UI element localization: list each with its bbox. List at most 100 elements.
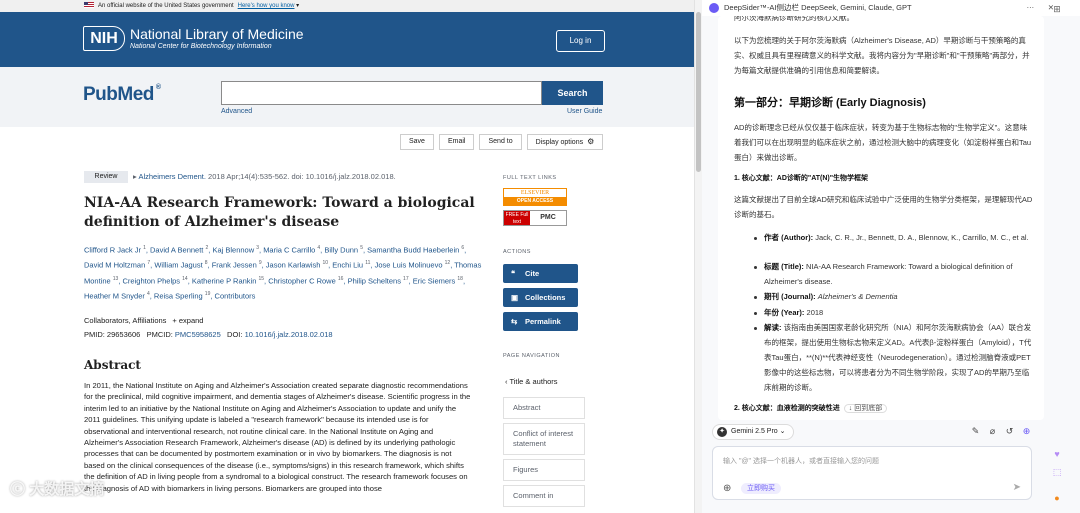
author-link[interactable]: Creighton Phelps [123,276,181,285]
article-title: NIA-AA Research Framework: Toward a biol… [84,195,475,230]
pubmed-logo[interactable]: PubMed ® [83,84,161,106]
item-title-label: 标题 (Title): [764,262,804,271]
author-link[interactable]: David M Holtzman [84,261,145,270]
share-icon: ⇆ [511,317,518,326]
gov-banner-link[interactable]: Here's how you know [238,3,295,9]
permalink-button[interactable]: ⇆ Permalink [503,312,578,331]
affiliation-number[interactable]: 13 [113,276,119,282]
author-link[interactable]: Jose Luis Molinuevo [375,261,443,270]
doi-link[interactable]: 10.1016/j.jalz.2018.02.018 [245,330,333,339]
user-guide-link[interactable]: User Guide [567,108,602,115]
bullet-icon [754,237,757,240]
author-link[interactable]: Billy Dunn [324,246,358,255]
affiliation-number[interactable]: 4 [317,245,320,251]
scrollbar-thumb[interactable] [696,12,701,172]
more-icon[interactable]: ⋯ [1027,0,1035,16]
nih-logo[interactable]: NIH [83,26,125,51]
advanced-search-link[interactable]: Advanced [221,108,252,115]
login-button[interactable]: Log in [556,30,605,52]
author-link[interactable]: William Jagust [154,261,202,270]
affiliation-number[interactable]: 18 [457,276,463,282]
full-text-links-heading: FULL TEXT LINKS [503,175,557,181]
send-icon[interactable]: ➤ [1013,482,1021,493]
elsevier-link[interactable]: ELSEVIER OPEN ACCESS [503,188,567,206]
author-link[interactable]: Christopher C Rowe [268,276,336,285]
model-select[interactable]: ✦ Gemini 2.5 Pro ⌄ [712,424,794,440]
translate-icon[interactable]: ⬚ [1051,466,1063,478]
affiliation-number[interactable]: 12 [445,260,451,266]
nlm-subtitle: National Center for Biotechnology Inform… [130,43,272,50]
new-chat-icon[interactable]: ⊕ [1020,425,1033,438]
chat-input-box[interactable]: 输入 "@" 选择一个机器人，或者直接输入您的问题 ⊕ 立即购买 ➤ [712,446,1032,500]
affiliation-number[interactable]: 15 [258,276,264,282]
chat-input-placeholder[interactable]: 输入 "@" 选择一个机器人，或者直接输入您的问题 [723,456,879,466]
send-to-button[interactable]: Send to [479,134,522,150]
author-link[interactable]: Maria C Carrillo [263,246,315,255]
author-link[interactable]: Frank Jessen [212,261,257,270]
expand-button[interactable]: + expand [172,316,203,325]
globe-icon[interactable]: ⊕ [723,483,731,494]
screen: An official website of the United States… [0,0,1080,513]
affiliation-number[interactable]: 9 [259,260,262,266]
author-link[interactable]: Samantha Budd Haeberlein [367,246,459,255]
item-author-text: Jack, C. R., Jr., Bennett, D. A., Blenno… [813,233,1029,242]
author-link[interactable]: Katherine P Rankin [192,276,257,285]
display-options-button[interactable]: Display options ⚙ [526,134,604,150]
email-button[interactable]: Email [438,134,475,150]
open-access-label: OPEN ACCESS [504,197,566,205]
affiliation-number[interactable]: 1 [143,245,146,251]
cite-button[interactable]: ❝ Cite [503,264,578,283]
item-interpretation-text: 该指南由美国国家老龄化研究所（NIA）和阿尔茨海默病协会（AA）联合发布的框架，… [764,323,1032,392]
pmc-free-full-text-link[interactable]: FREE Full text PMC [503,210,567,226]
collections-button[interactable]: ▣ Collections [503,288,578,307]
collaborators-affiliations[interactable]: Collaborators, Affiliations [84,316,166,325]
search-input[interactable] [221,81,542,105]
journal-link[interactable]: Alzheimers Dement. [138,172,206,181]
user-avatar-icon[interactable]: ● [1051,492,1063,504]
nav-conflict-of-interest[interactable]: Conflict of interest statement [503,423,585,455]
affiliation-number[interactable]: 11 [365,260,370,266]
author-link[interactable]: Reisa Sperling [154,291,203,300]
affiliation-number[interactable]: 14 [182,276,188,282]
history-icon[interactable]: ↺ [1003,425,1016,438]
affiliation-number[interactable]: 2 [205,245,208,251]
model-toolbar: ✦ Gemini 2.5 Pro ⌄ ✎ ⌀ ↺ ⊕ [712,424,1042,440]
save-button[interactable]: Save [400,134,434,150]
affiliation-number[interactable]: 4 [147,291,150,297]
pmcid-link[interactable]: PMC5958625 [175,330,221,339]
abstract-text: In 2011, the National Institute on Aging… [84,381,471,493]
buy-now-button[interactable]: 立即购买 [741,483,781,494]
affiliation-number[interactable]: 7 [147,260,150,266]
actions-heading: ACTIONS [503,249,531,255]
affiliation-number[interactable]: 19 [205,291,211,297]
author-link[interactable]: Jason Karlawish [266,261,321,270]
affiliation-number[interactable]: 8 [205,260,208,266]
nav-title-authors[interactable]: ‹ Title & authors [503,372,585,392]
nav-abstract[interactable]: Abstract [503,397,585,419]
gift-icon[interactable]: ♥ [1051,448,1063,460]
edit-icon[interactable]: ✎ [969,425,982,438]
affiliation-number[interactable]: 17 [403,276,409,282]
item-journal: 期刊 (Journal): Alzheimer's & Dementia [764,289,1034,304]
affiliation-number[interactable]: 6 [461,245,464,251]
search-button[interactable]: Search [542,81,603,105]
author-link[interactable]: Kaj Blennow [212,246,254,255]
affiliation-number[interactable]: 16 [338,276,344,282]
nav-figures[interactable]: Figures [503,459,585,481]
back-to-bottom-button[interactable]: ↓ 回到底部 [843,404,888,413]
author-link[interactable]: Clifford R Jack Jr [84,246,141,255]
author-link[interactable]: Philip Scheltens [348,276,401,285]
author-link[interactable]: Contributors [215,291,256,300]
author-link[interactable]: Heather M Snyder [84,291,145,300]
author-link[interactable]: Eric Siemers [413,276,456,285]
affiliation-number[interactable]: 3 [256,245,259,251]
author-link[interactable]: Enchi Liu [332,261,363,270]
affiliation-number[interactable]: 5 [360,245,363,251]
author-link[interactable]: David A Bennett [150,246,203,255]
left-scrollbar[interactable] [694,0,702,513]
nav-comment-in[interactable]: Comment in [503,485,585,507]
attachment-icon[interactable]: ⌀ [986,425,999,438]
pin-icon[interactable]: ⊞ [1051,3,1063,15]
registered-mark: ® [155,84,161,91]
affiliation-number[interactable]: 10 [323,260,329,266]
